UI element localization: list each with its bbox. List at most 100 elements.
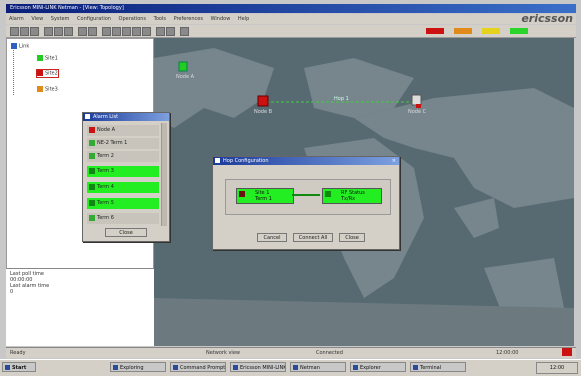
close-icon[interactable]: ×: [392, 157, 396, 165]
menu-tools[interactable]: Tools: [154, 16, 166, 22]
menu-bar: Alarm View System Configuration Operatio…: [6, 14, 576, 24]
tree-node-site2[interactable]: Site2: [36, 69, 59, 78]
hop-dialog-title-bar[interactable]: Hop Configuration ×: [213, 157, 399, 165]
property-row: Last poll time00:00:00: [10, 271, 150, 283]
find-icon[interactable]: [142, 27, 151, 36]
alarm-item-label: Term 5: [97, 200, 114, 206]
major-alarm-indicator[interactable]: [454, 28, 472, 34]
hop-dialog-title: Hop Configuration: [223, 158, 269, 164]
properties-panel: Last poll time00:00:00 Last alarm time0: [6, 268, 154, 346]
menu-help[interactable]: Help: [238, 16, 249, 22]
hop-right-terminal[interactable]: RF Status Tx/Rx: [322, 188, 382, 204]
alarm-list-scrollbar[interactable]: [161, 123, 167, 226]
hop-right-sub: Tx/Rx: [341, 196, 356, 202]
alarm-item-label: Term 3: [97, 168, 114, 174]
alarm-icon[interactable]: [156, 27, 165, 36]
tree-node-site3[interactable]: Site3: [37, 86, 58, 93]
alarm-item-label: Term 6: [97, 215, 114, 221]
status-icon: [89, 140, 95, 146]
taskbar: Start Exploring Command Prompt Ericsson …: [0, 359, 581, 376]
tree-root[interactable]: Link: [11, 43, 29, 50]
alarm-list-close-button[interactable]: Close: [105, 228, 147, 237]
config-icon[interactable]: [166, 27, 175, 36]
node-warning-icon: [37, 86, 43, 92]
alarm-list-window: Alarm List Node A NE-2 Term 1 Term 2 Ter…: [82, 112, 170, 242]
alarm-list-item[interactable]: NE-2 Term 1: [87, 138, 159, 149]
property-row: Last alarm time0: [10, 283, 150, 295]
hop-connector: [292, 194, 320, 196]
copy-icon[interactable]: [54, 27, 63, 36]
status-icon: [89, 153, 95, 159]
alarm-list-title-bar[interactable]: Alarm List: [83, 113, 169, 121]
window-title: Ericsson MINI-LINK Netman - [View: Topol…: [10, 5, 124, 11]
status-icon: [89, 215, 95, 221]
status-icon: [89, 184, 95, 190]
network-icon[interactable]: [102, 27, 111, 36]
menu-operations[interactable]: Operations: [119, 16, 147, 22]
tree-node-site1[interactable]: Site1: [37, 55, 58, 62]
hop-panel: Site 1 Term 1 RF Status Tx/Rx: [225, 179, 391, 215]
map-node-a-icon[interactable]: [178, 61, 188, 72]
task-button[interactable]: Command Prompt: [170, 362, 226, 372]
menu-view[interactable]: View: [31, 16, 43, 22]
menu-configuration[interactable]: Configuration: [77, 16, 111, 22]
link-label: Hop 1: [334, 96, 349, 102]
menu-preferences[interactable]: Preferences: [174, 16, 203, 22]
alarm-list-item[interactable]: Term 3: [87, 166, 159, 177]
alarm-list-item[interactable]: Term 4: [87, 182, 159, 193]
alarm-list-item[interactable]: Term 2: [87, 151, 159, 162]
zoom-in-icon[interactable]: [78, 27, 87, 36]
zoom-out-icon[interactable]: [88, 27, 97, 36]
hop-left-terminal[interactable]: Site 1 Term 1: [236, 188, 294, 204]
map-node-b-label: Node B: [254, 109, 273, 115]
system-clock: 12:00: [536, 362, 578, 374]
link-icon[interactable]: [122, 27, 131, 36]
cleared-alarm-indicator[interactable]: [510, 28, 528, 34]
critical-alarm-indicator[interactable]: [426, 28, 444, 34]
task-button[interactable]: Terminal: [410, 362, 466, 372]
status-alarm-icon[interactable]: [562, 348, 572, 356]
status-bar: Ready Network view Connected 12:00:00: [6, 347, 576, 358]
refresh-icon[interactable]: [132, 27, 141, 36]
save-icon[interactable]: [20, 27, 29, 36]
land-north-america: [154, 48, 274, 128]
connect-all-button[interactable]: Connect All: [293, 233, 333, 242]
alarm-list-title: Alarm List: [93, 114, 119, 120]
node-icon[interactable]: [112, 27, 121, 36]
tree-node-label: Site1: [45, 55, 58, 62]
map-node-c-icon[interactable]: [411, 94, 422, 106]
status-left: Ready: [10, 350, 26, 356]
start-button[interactable]: Start: [2, 362, 36, 372]
menu-window[interactable]: Window: [211, 16, 231, 22]
task-button[interactable]: Netman: [290, 362, 346, 372]
node-alarm-icon: [37, 70, 43, 76]
tree-node-label: Site2: [45, 70, 58, 77]
paste-icon[interactable]: [64, 27, 73, 36]
task-button[interactable]: Explorer: [350, 362, 406, 372]
status-icon: [89, 200, 95, 206]
map-node-b-icon[interactable]: [257, 95, 269, 107]
status-mid: Network view: [206, 350, 240, 356]
menu-system[interactable]: System: [51, 16, 70, 22]
ericsson-logo: ericsson: [521, 12, 573, 25]
window-title-bar: Ericsson MINI-LINK Netman - [View: Topol…: [6, 4, 576, 13]
open-icon[interactable]: [10, 27, 19, 36]
status-mid2: Connected: [316, 350, 343, 356]
menu-alarm[interactable]: Alarm: [9, 16, 24, 22]
minor-alarm-indicator[interactable]: [482, 28, 500, 34]
close-button[interactable]: Close: [339, 233, 365, 242]
map-node-a-label: Node A: [176, 74, 195, 80]
node-icon: [37, 55, 43, 61]
print-icon[interactable]: [30, 27, 39, 36]
alarm-list-item[interactable]: Node A: [87, 125, 159, 136]
alarm-list-item[interactable]: Term 6: [87, 213, 159, 224]
task-button[interactable]: Ericsson MINI-LINK: [230, 362, 286, 372]
cut-icon[interactable]: [44, 27, 53, 36]
cancel-button[interactable]: Cancel: [257, 233, 287, 242]
land-southeast-asia: [454, 198, 499, 238]
folder-icon: [11, 43, 17, 49]
help-icon[interactable]: [180, 27, 189, 36]
task-button[interactable]: Exploring: [110, 362, 166, 372]
alarm-list-item[interactable]: Term 5: [87, 198, 159, 209]
terminal-alarm-icon: [239, 191, 245, 197]
